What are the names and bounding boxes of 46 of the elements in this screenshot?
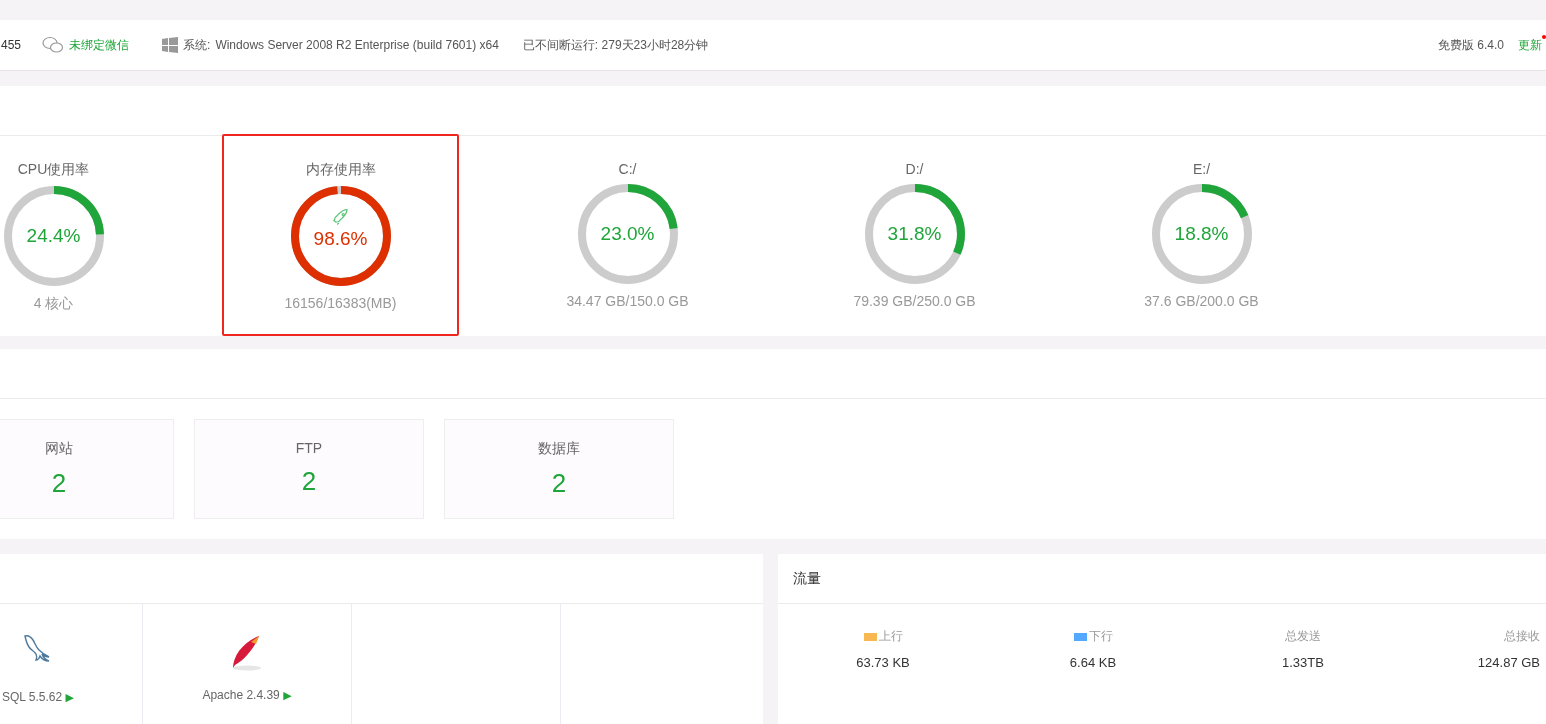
system-label: 系统: — [183, 36, 211, 54]
gauge-title: D:/ — [905, 161, 924, 177]
stat-count: 2 — [551, 468, 567, 499]
system-info: Windows Server 2008 R2 Enterprise (build 7601) x64 — [215, 38, 499, 52]
stat-label: 网站 — [45, 440, 73, 458]
usage-detail: 4 核心 — [33, 295, 74, 313]
server-id-text: 455 — [1, 38, 22, 52]
usage-detail: 34.47 GB/150.0 GB — [566, 293, 689, 309]
play-icon[interactable]: ▶ — [283, 689, 292, 701]
usage-value: 23.0% — [600, 223, 655, 245]
stat-card[interactable]: FTP 2 — [194, 419, 424, 519]
gauge-title: CPU使用率 — [17, 161, 90, 179]
windows-icon — [162, 37, 179, 53]
stat-label: FTP — [295, 440, 323, 456]
software-version[interactable]: SQL 5.5.62 ▶ — [1, 690, 75, 704]
traffic-value: 63.73 KB — [856, 655, 910, 670]
wechat-icon — [42, 36, 65, 54]
stat-count: 2 — [301, 466, 317, 497]
traffic-value: 124.87 GB — [1477, 655, 1540, 670]
stat-label: 数据库 — [538, 440, 580, 458]
traffic-label: 总发送 — [1285, 628, 1321, 645]
usage-value: 98.6% — [313, 228, 368, 250]
gauge-title: 内存使用率 — [305, 161, 376, 179]
traffic-value: 6.64 KB — [1069, 655, 1117, 670]
usage-value: 31.8% — [887, 223, 942, 245]
stat-card[interactable]: 数据库 2 — [444, 419, 674, 519]
stat-count: 2 — [51, 468, 67, 499]
usage-detail: 16156/16383(MB) — [284, 295, 397, 311]
usage-value: 24.4% — [26, 225, 81, 247]
traffic-value: 1.33TB — [1282, 655, 1324, 670]
traffic-label: 上行 — [878, 628, 903, 645]
wechat-link[interactable]: 未绑定微信 — [69, 36, 130, 54]
usage-detail: 79.39 GB/250.0 GB — [853, 293, 976, 309]
uptime-text: 已不间断运行: 279天23小时28分钟 — [522, 36, 709, 54]
play-icon[interactable]: ▶ — [65, 691, 75, 703]
usage-detail: 37.6 GB/200.0 GB — [1144, 293, 1259, 309]
usage-value: 18.8% — [1174, 223, 1229, 245]
gauge-title: E:/ — [1192, 161, 1211, 177]
traffic-label: 下行 — [1088, 628, 1113, 645]
panel-title: 流量 — [793, 569, 821, 588]
version-text: 免费版 6.4.0 — [1437, 36, 1504, 54]
stat-card[interactable]: 网站 2 — [0, 419, 174, 519]
software-version[interactable]: Apache 2.4.39 ▶ — [202, 688, 292, 702]
gauge-title: C:/ — [618, 161, 637, 177]
update-link[interactable]: 更新 — [1518, 36, 1542, 54]
traffic-label: 总接收 — [1504, 628, 1540, 645]
